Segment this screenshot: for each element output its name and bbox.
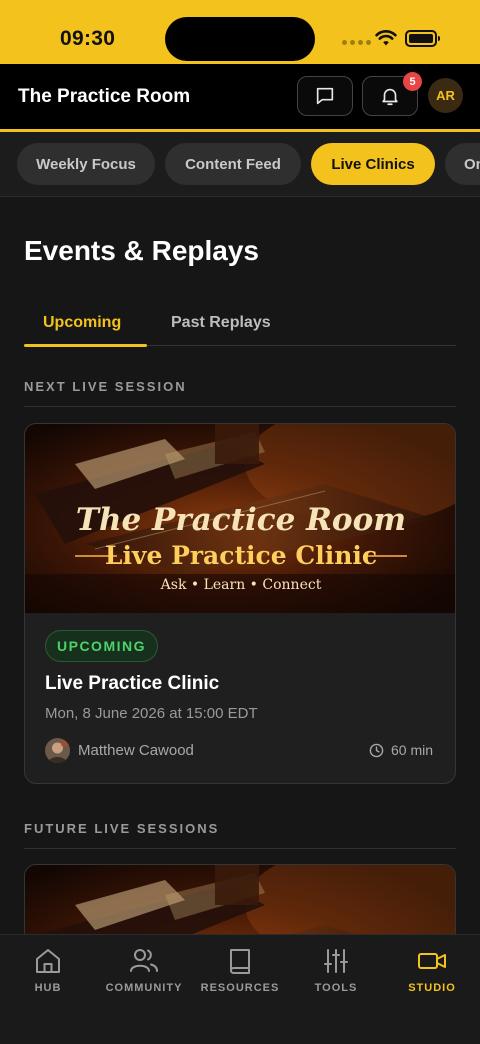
dynamic-island	[165, 17, 315, 61]
event-duration: 60 min	[391, 742, 434, 758]
video-camera-icon	[418, 953, 446, 969]
bottom-nav: HUB COMMUNITY RESOURCES TOOLS STUDIO	[0, 934, 480, 1044]
page-title: Events & Replays	[24, 235, 259, 266]
wifi-icon	[375, 30, 397, 46]
chip-weekly-focus[interactable]: Weekly Focus	[17, 143, 155, 185]
app-screen: 09:30 The Practice Room 5 AR Weekly Focu…	[0, 0, 480, 1044]
battery-icon	[405, 30, 440, 47]
host-avatar	[45, 738, 70, 763]
sliders-icon	[324, 949, 348, 973]
app-header: The Practice Room 5 AR	[0, 64, 480, 132]
banner-line1: The Practice Room	[76, 502, 406, 538]
banner-line3: Ask • Learn • Connect	[160, 577, 322, 593]
chat-bubble-icon	[316, 87, 334, 105]
user-avatar[interactable]: AR	[428, 78, 463, 113]
notification-badge: 5	[403, 72, 422, 91]
nav-studio[interactable]: STUDIO	[384, 935, 480, 1015]
home-icon	[36, 949, 60, 973]
future-sessions-heading: FUTURE LIVE SESSIONS	[24, 821, 220, 836]
chip-partial[interactable]: On	[445, 143, 480, 185]
nav-tools[interactable]: TOOLS	[288, 935, 384, 1015]
chip-content-feed[interactable]: Content Feed	[165, 143, 301, 185]
banner-line2: Live Practice Clinic	[105, 541, 377, 570]
signal-icon	[342, 40, 371, 45]
active-tab-indicator	[24, 344, 147, 347]
chip-live-clinics[interactable]: Live Clinics	[311, 143, 435, 185]
event-card[interactable]: The Practice Room Live Practice Clinic A…	[24, 423, 456, 784]
nav-label: RESOURCES	[200, 982, 280, 994]
event-datetime: Mon, 8 June 2026 at 15:00 EDT	[45, 705, 258, 722]
status-time: 09:30	[60, 27, 116, 50]
book-icon	[230, 949, 250, 974]
category-chips: Weekly Focus Content Feed Live Clinics O…	[0, 132, 480, 197]
nav-label: HUB	[34, 982, 62, 994]
tab-past-replays[interactable]: Past Replays	[171, 314, 271, 332]
tab-upcoming[interactable]: Upcoming	[43, 314, 121, 332]
divider	[24, 848, 456, 849]
nav-label: TOOLS	[314, 982, 358, 994]
messages-button[interactable]	[297, 76, 353, 116]
event-title: Live Practice Clinic	[45, 673, 220, 694]
status-badge: UPCOMING	[45, 630, 158, 662]
host-name: Matthew Cawood	[78, 742, 194, 759]
divider	[24, 406, 456, 407]
bell-icon	[382, 88, 398, 106]
users-icon	[130, 949, 158, 972]
app-title: The Practice Room	[18, 86, 191, 107]
nav-hub[interactable]: HUB	[0, 935, 96, 1015]
event-banner-image: The Practice Room Live Practice Clinic A…	[25, 424, 455, 613]
nav-label: COMMUNITY	[105, 982, 183, 994]
nav-community[interactable]: COMMUNITY	[96, 935, 192, 1015]
clock-icon	[369, 743, 384, 758]
nav-resources[interactable]: RESOURCES	[192, 935, 288, 1015]
next-session-heading: NEXT LIVE SESSION	[24, 379, 187, 394]
nav-label: STUDIO	[408, 982, 456, 994]
status-bar: 09:30	[0, 0, 480, 64]
